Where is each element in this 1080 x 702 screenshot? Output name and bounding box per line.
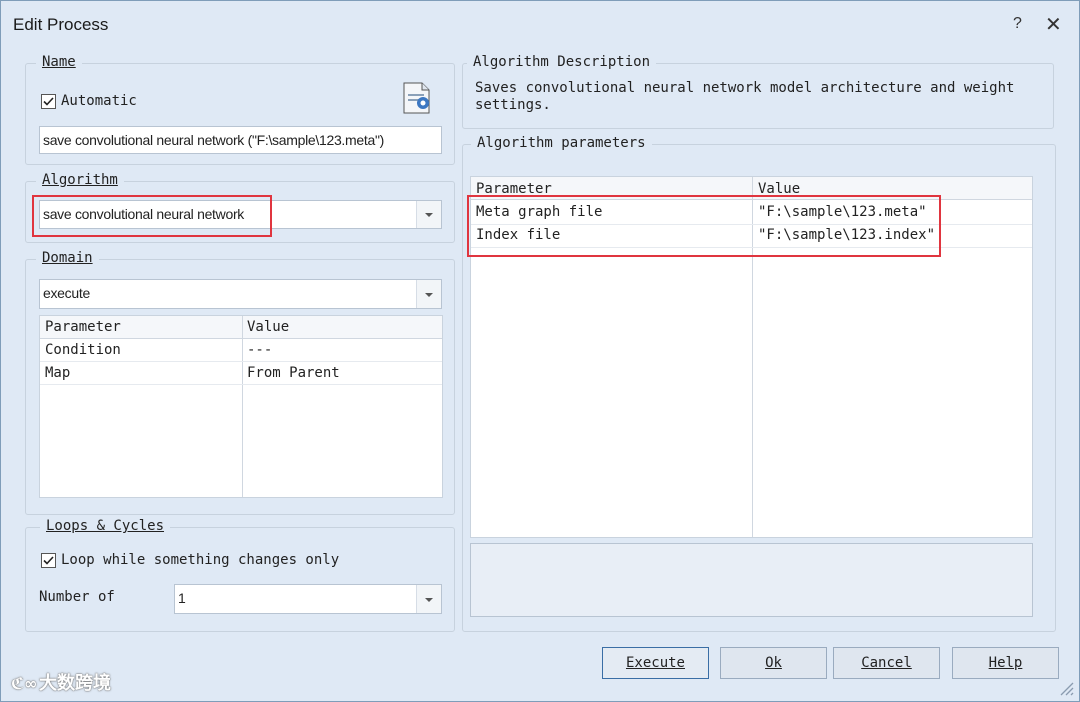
automatic-checkbox[interactable] xyxy=(41,94,56,109)
number-of-dropdown-arrow[interactable] xyxy=(416,585,441,613)
row-divider xyxy=(40,361,442,362)
loop-checkbox[interactable] xyxy=(41,553,56,568)
domain-col-value[interactable]: Value xyxy=(247,319,289,335)
close-icon[interactable]: ✕ xyxy=(1045,12,1062,37)
domain-dropdown-arrow[interactable] xyxy=(416,280,441,308)
column-divider xyxy=(242,316,243,497)
parameter-help-panel xyxy=(470,543,1033,617)
algorithm-legend: Algorithm xyxy=(36,172,124,188)
domain-table: Parameter Value Condition --- Map From P… xyxy=(39,315,443,498)
number-of-stepper[interactable]: 1 xyxy=(174,584,442,614)
domain-row-condition-parameter[interactable]: Condition xyxy=(45,342,121,358)
domain-select-value: execute xyxy=(43,285,90,301)
watermark: ℭ∞大数跨境 xyxy=(11,669,111,695)
parameters-legend: Algorithm parameters xyxy=(471,135,652,151)
execute-button[interactable]: Execute xyxy=(602,647,709,679)
algorithm-dropdown-arrow[interactable] xyxy=(416,201,441,228)
domain-col-parameter[interactable]: Parameter xyxy=(45,319,121,335)
ok-button[interactable]: Ok xyxy=(720,647,827,679)
name-legend: Name xyxy=(36,54,82,70)
domain-row-map-value[interactable]: From Parent xyxy=(247,365,340,381)
watermark-logo-icon: ℭ∞ xyxy=(11,674,38,693)
cancel-button[interactable]: Cancel xyxy=(833,647,940,679)
loops-legend: Loops & Cycles xyxy=(40,518,171,534)
checkmark-icon xyxy=(43,97,54,106)
name-field[interactable]: save convolutional neural network ("F:\s… xyxy=(39,126,442,154)
row-divider xyxy=(40,384,442,385)
edit-process-dialog: Edit Process ? ✕ Name Automatic save con… xyxy=(0,0,1080,702)
document-settings-icon[interactable] xyxy=(402,81,432,115)
title-bar: Edit Process ? ✕ xyxy=(1,1,1079,45)
domain-select[interactable]: execute xyxy=(39,279,442,309)
chevron-down-icon xyxy=(425,292,433,297)
algorithm-highlight xyxy=(32,195,272,237)
help-button[interactable]: Help xyxy=(952,647,1059,679)
number-of-label: Number of xyxy=(39,589,115,605)
domain-legend: Domain xyxy=(36,250,99,266)
automatic-label[interactable]: Automatic xyxy=(61,93,137,109)
description-legend: Algorithm Description xyxy=(467,54,657,70)
resize-grip-icon[interactable] xyxy=(1055,677,1075,697)
loops-group: Loops & Cycles xyxy=(25,518,455,632)
domain-row-condition-value[interactable]: --- xyxy=(247,342,272,358)
parameters-highlight xyxy=(467,195,941,257)
chevron-down-icon xyxy=(425,213,433,218)
watermark-text: 大数跨境 xyxy=(39,673,111,694)
number-of-value: 1 xyxy=(178,590,186,606)
domain-row-map-parameter[interactable]: Map xyxy=(45,365,70,381)
checkmark-icon xyxy=(43,556,54,565)
algorithm-description-text: Saves convolutional neural network model… xyxy=(475,80,1015,113)
loop-label[interactable]: Loop while something changes only xyxy=(61,552,339,568)
window-title: Edit Process xyxy=(13,15,109,34)
chevron-down-icon xyxy=(425,597,433,602)
help-icon[interactable]: ? xyxy=(1013,15,1022,33)
